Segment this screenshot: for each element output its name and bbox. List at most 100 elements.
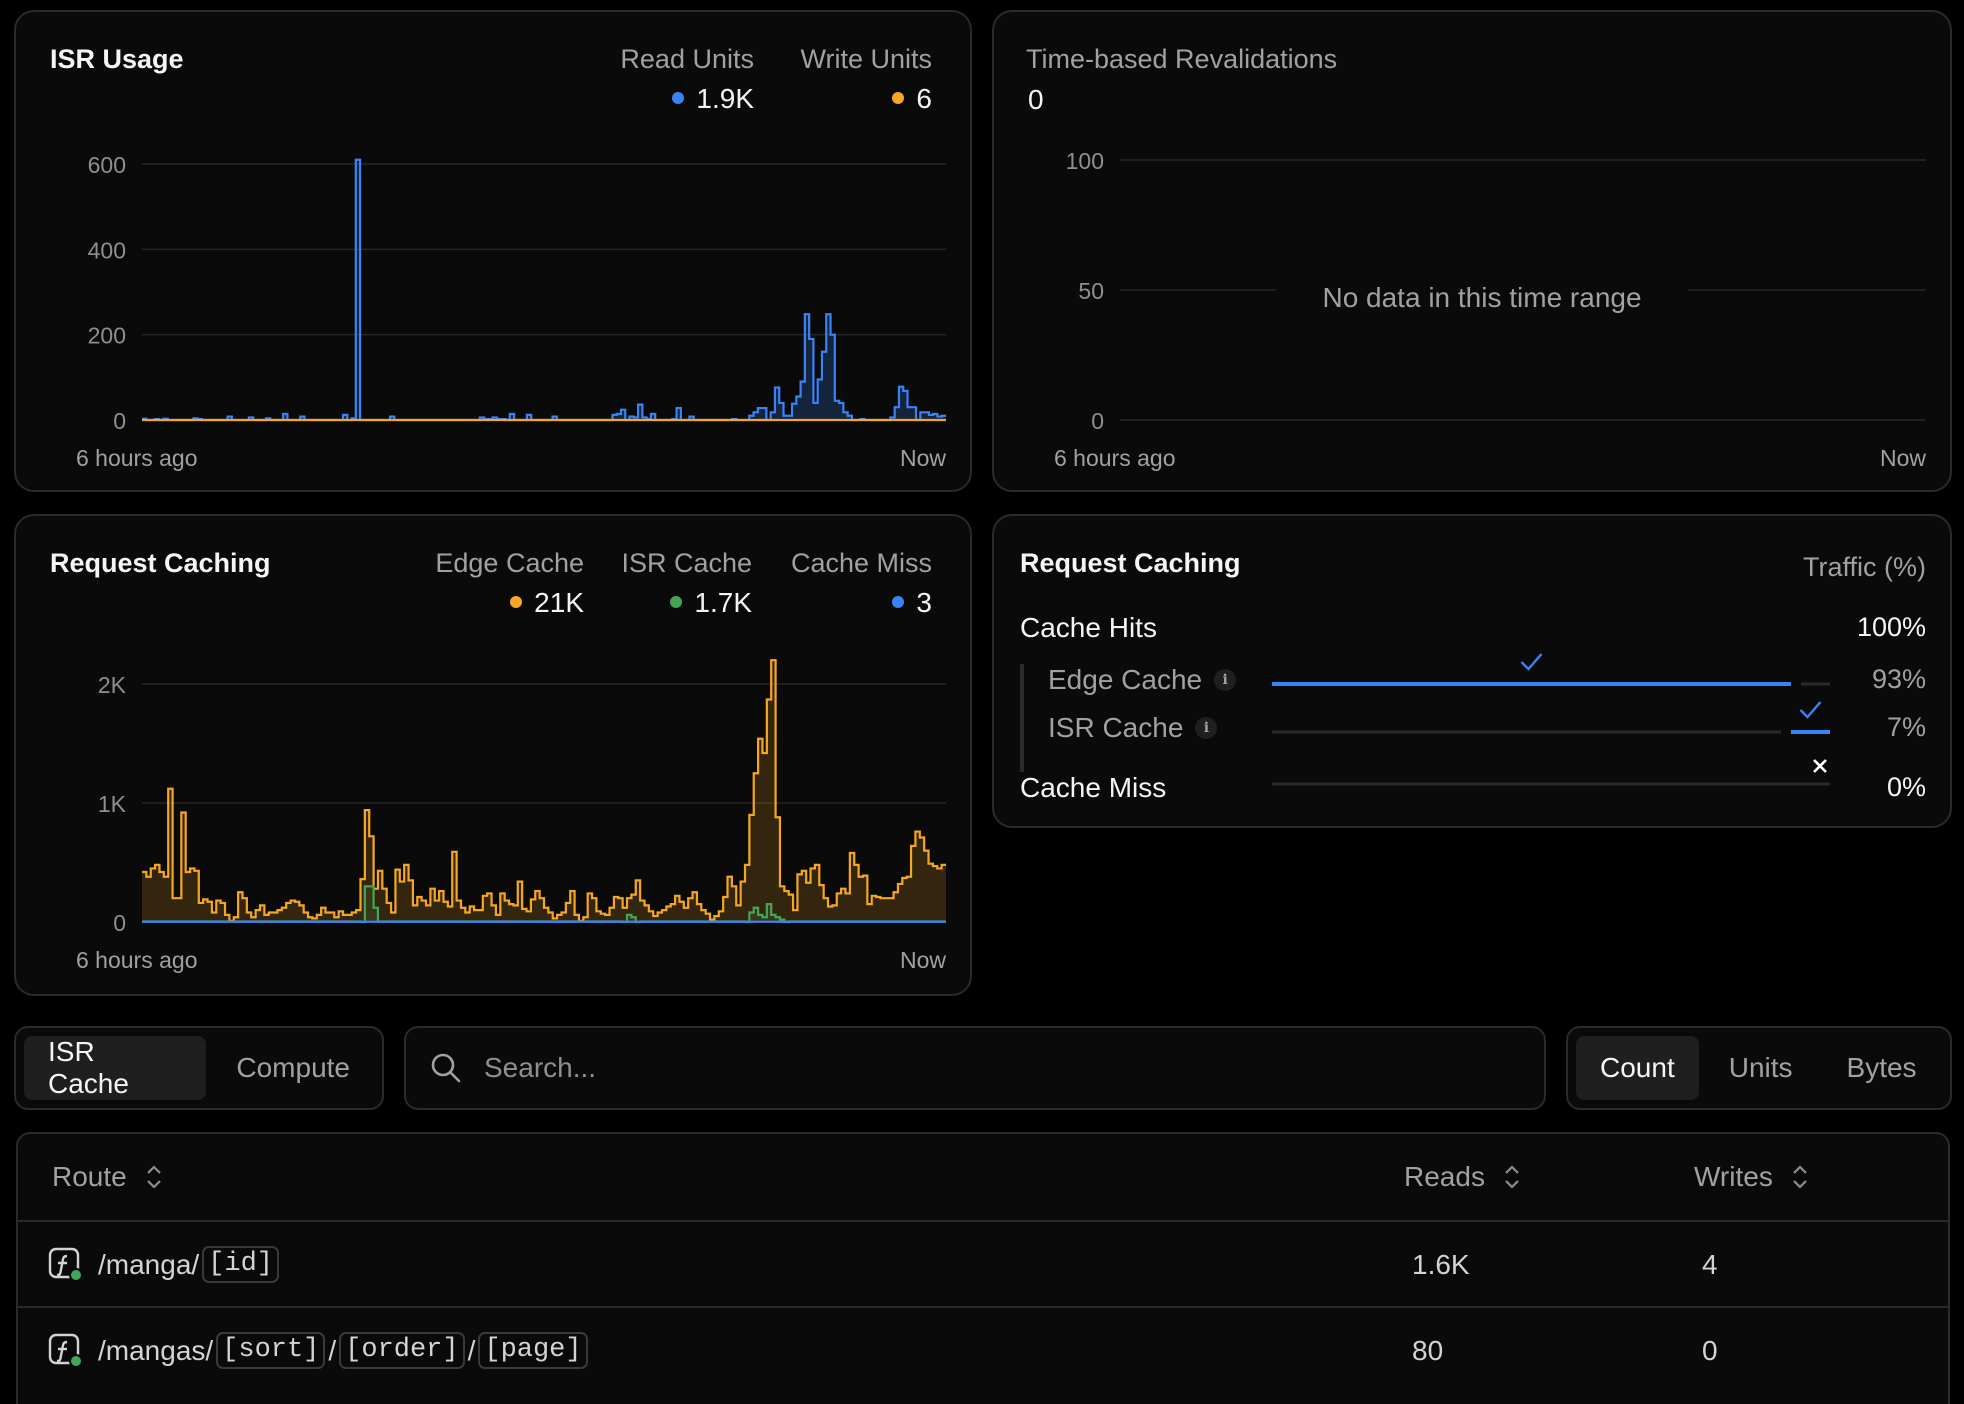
edge-cache-point: [784, 891, 788, 922]
edge-cache-point: [535, 891, 539, 922]
edge-cache-point: [430, 889, 434, 922]
edge-cache-line: [142, 659, 946, 922]
edge-cache-point: [876, 897, 880, 922]
edge-cache-point: [929, 864, 933, 922]
edge-cache-point: [478, 910, 482, 922]
edge-cache-point: [610, 908, 614, 922]
column-writes-label: Writes: [1694, 1161, 1773, 1192]
column-reads[interactable]: Reads: [1404, 1134, 1521, 1220]
route-segment: /mangas/: [98, 1334, 214, 1366]
edge-cache-point: [645, 905, 649, 922]
read-units-point: [826, 314, 830, 420]
edge-cache-point: [854, 865, 858, 922]
read-units-point: [835, 401, 839, 420]
edge-cache-point: [719, 911, 723, 922]
edge-cache-point: [260, 905, 264, 922]
edge-cache-point: [701, 910, 705, 922]
tab-bytes[interactable]: Bytes: [1823, 1036, 1941, 1100]
edge-cache-point: [243, 898, 247, 922]
edge-cache-point: [771, 660, 775, 922]
edge-cache-point: [426, 905, 430, 922]
table-row[interactable]: /manga/ [id] 1.6K 4: [18, 1220, 1948, 1305]
info-icon[interactable]: i: [1214, 669, 1237, 691]
read-units-point: [754, 412, 758, 420]
route-param: [order]: [339, 1331, 465, 1370]
table-row[interactable]: /mangas/ [sort] / [order] / [page] 80 0: [18, 1306, 1948, 1391]
edge-cache-point: [684, 908, 688, 922]
edge-cache-point: [500, 893, 504, 922]
edge-cache-point: [666, 907, 670, 922]
edge-cache-point: [146, 877, 150, 922]
edge-cache-point: [439, 891, 443, 922]
edge-cache-pct: 93%: [1871, 664, 1926, 694]
route-param: [page]: [478, 1331, 588, 1370]
route-cell: /mangas/ [sort] / [order] / [page]: [48, 1308, 588, 1393]
route-cell: /manga/ [id]: [48, 1222, 279, 1307]
edge-cache-point: [846, 893, 850, 922]
traffic-header: Traffic (%): [1802, 552, 1926, 582]
search-box: [404, 1026, 1546, 1110]
info-icon[interactable]: i: [1195, 717, 1218, 739]
edge-cache-point: [382, 889, 386, 922]
tab-isr-cache[interactable]: ISR Cache: [24, 1036, 207, 1100]
read-units-point: [818, 379, 822, 420]
edge-cache-point: [636, 880, 640, 922]
edge-cache-point: [806, 883, 810, 922]
edge-cache-point: [662, 910, 666, 922]
edge-cache-point: [339, 911, 343, 922]
edge-cache-point: [671, 904, 675, 922]
read-units-point: [925, 412, 929, 420]
edge-cache-point: [299, 905, 303, 922]
isr-usage-chart: 0 200 400 600 6 hours ago Now: [76, 152, 946, 471]
edge-cache-point: [789, 895, 793, 922]
request-caching-chart-card: Request Caching Edge Cache 21K ISR Cache…: [14, 514, 972, 996]
edge-cache-point: [933, 866, 937, 922]
edge-cache-point: [295, 902, 299, 922]
edge-cache-point: [754, 773, 758, 922]
no-data-message: No data in this time range: [1276, 282, 1688, 314]
tab-compute[interactable]: Compute: [212, 1036, 374, 1100]
edge-cache-point: [880, 898, 884, 922]
edge-cache-point: [256, 910, 260, 922]
isr-cache-point: [374, 908, 378, 922]
read-units-point: [908, 407, 912, 420]
edge-cache-point: [540, 898, 544, 922]
edge-cache-point: [409, 880, 413, 922]
edge-cache-row-label: Edge Cache i: [1048, 664, 1237, 696]
y-tick-label: 600: [88, 152, 126, 178]
read-units-point: [775, 388, 779, 420]
edge-cache-point: [177, 898, 181, 922]
tab-units[interactable]: Units: [1705, 1036, 1817, 1100]
edge-cache-point: [776, 817, 780, 922]
edge-cache-point: [797, 874, 801, 922]
edge-cache-point: [277, 910, 281, 922]
edge-cache-point: [894, 892, 898, 922]
column-writes[interactable]: Writes: [1694, 1134, 1809, 1220]
edge-cache-point: [238, 892, 242, 922]
y-tick-label: 0: [113, 408, 126, 434]
x-start-label: 6 hours ago: [76, 947, 197, 973]
edge-cache-point: [518, 882, 522, 922]
edge-cache-point: [907, 877, 911, 922]
edge-cache-point: [867, 904, 871, 922]
routes-table: Route Reads Writes /manga/ [id] 1.6K 4 /…: [16, 1132, 1950, 1404]
y-tick-label: 0: [113, 910, 126, 936]
edge-cache-point: [762, 753, 766, 922]
search-input[interactable]: [484, 1052, 1544, 1084]
sort-icon: [1505, 1165, 1519, 1189]
tab-count[interactable]: Count: [1576, 1036, 1699, 1100]
edge-cache-point: [837, 893, 841, 922]
edge-cache-point: [151, 868, 155, 922]
read-units-point: [895, 407, 899, 420]
edge-cache-point: [596, 911, 600, 922]
writes-cell: 4: [1702, 1248, 1718, 1280]
writes-cell: 0: [1702, 1334, 1718, 1366]
edge-cache-point: [199, 903, 203, 922]
isr-cache-row-label: ISR Cache i: [1048, 712, 1218, 744]
edge-cache-point: [356, 910, 360, 922]
cache-hits-pct: 100%: [1856, 612, 1926, 642]
column-route[interactable]: Route: [52, 1134, 163, 1220]
close-icon: [1813, 759, 1827, 773]
isr-cache-pct: 7%: [1886, 712, 1926, 742]
edge-cache-point: [863, 876, 867, 922]
